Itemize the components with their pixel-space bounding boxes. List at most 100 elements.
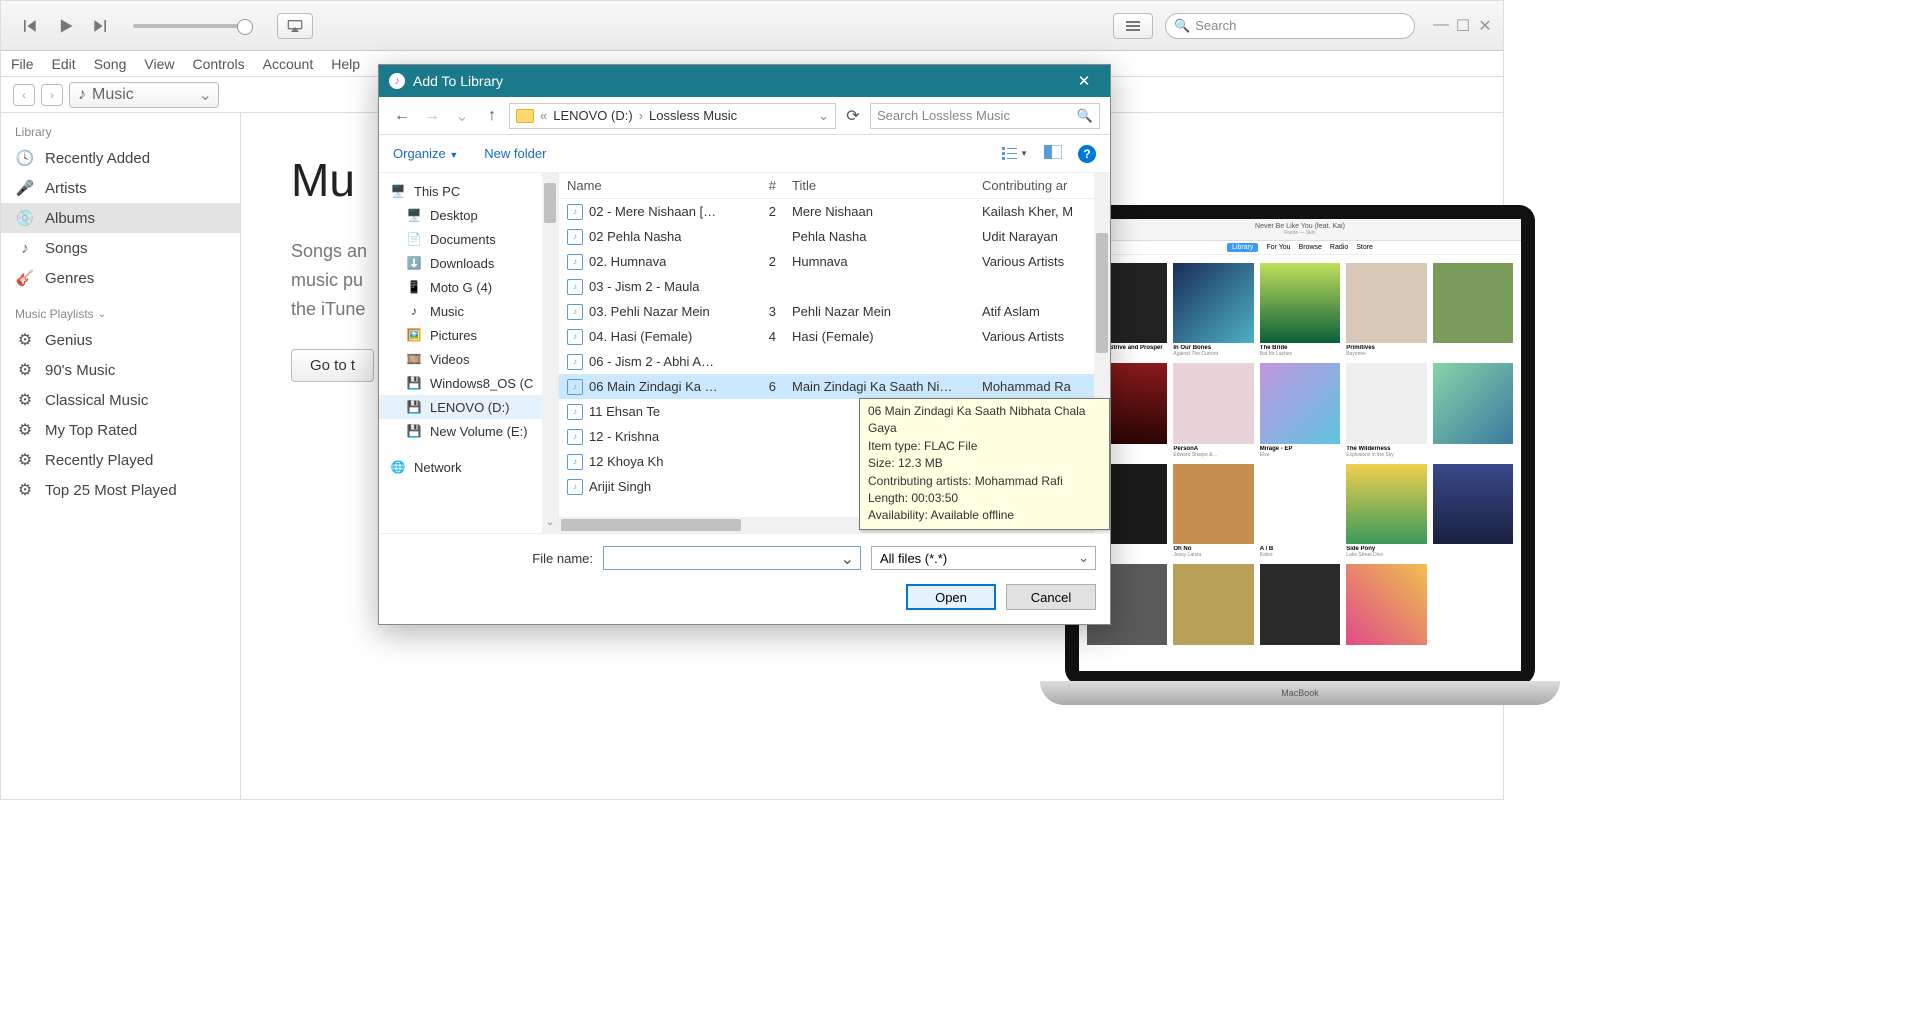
tree-item-music[interactable]: ♪Music [379, 299, 558, 323]
nav-forward-button[interactable]: › [41, 84, 63, 106]
next-button[interactable] [87, 14, 115, 38]
play-button[interactable] [51, 14, 79, 38]
file-row[interactable]: 02 - Mere Nishaan […2Mere NishaanKailash… [559, 199, 1110, 224]
sidebar-item-classical-music[interactable]: Classical Music [1, 385, 240, 415]
organize-button[interactable]: Organize ▼ [393, 146, 458, 161]
mb-tab-store[interactable]: Store [1356, 244, 1373, 251]
filename-input[interactable] [603, 546, 861, 570]
album-card[interactable]: PrimitivesBayonne [1346, 263, 1426, 357]
mb-tab-library[interactable]: Library [1227, 243, 1258, 252]
file-row[interactable]: 03. Pehli Nazar Mein3Pehli Nazar MeinAti… [559, 299, 1110, 324]
mb-tab-foryou[interactable]: For You [1266, 244, 1290, 251]
dlg-back-button[interactable]: ← [389, 103, 415, 129]
sidebar-item-genres[interactable]: 🎸Genres [1, 263, 240, 293]
tree-item-windows8-os-c[interactable]: 💾Windows8_OS (C [379, 371, 558, 395]
tree-item-network[interactable]: 🌐Network [379, 455, 558, 479]
view-mode-button[interactable]: ▼ [1002, 147, 1028, 161]
file-filter-select[interactable]: All files (*.*) [871, 546, 1096, 570]
menu-edit[interactable]: Edit [52, 56, 76, 72]
file-row[interactable]: 04. Hasi (Female)4Hasi (Female)Various A… [559, 324, 1110, 349]
tree-scrollbar[interactable]: ⌄ [542, 173, 558, 533]
album-card[interactable]: A / BKaleo [1260, 464, 1340, 558]
tree-item-pictures[interactable]: 🖼️Pictures [379, 323, 558, 347]
breadcrumb[interactable]: « LENOVO (D:) › Lossless Music ⌄ [509, 103, 836, 129]
sidebar-item-artists[interactable]: 🎤Artists [1, 173, 240, 203]
maximize-button[interactable]: ☐ [1455, 16, 1471, 36]
tree-item-this-pc[interactable]: 🖥️This PC [379, 179, 558, 203]
nav-back-button[interactable]: ‹ [13, 84, 35, 106]
file-row[interactable]: 06 - Jism 2 - Abhi A… [559, 349, 1110, 374]
menu-song[interactable]: Song [94, 56, 127, 72]
col-num-header[interactable]: # [754, 178, 784, 193]
file-row[interactable]: 02 Pehla NashaPehla NashaUdit Narayan [559, 224, 1110, 249]
menu-view[interactable]: View [144, 56, 174, 72]
col-name-header[interactable]: Name [559, 178, 754, 193]
help-button[interactable]: ? [1078, 145, 1096, 163]
album-card[interactable]: Side PonyLake Street Dive [1346, 464, 1426, 558]
breadcrumb-dropdown-icon[interactable]: ⌄ [818, 108, 829, 124]
sidebar-item-songs[interactable]: ♪Songs [1, 233, 240, 263]
album-card[interactable]: The WildernessExplosions in the Sky [1346, 363, 1426, 457]
breadcrumb-root[interactable]: LENOVO (D:) [553, 108, 632, 123]
preview-pane-button[interactable] [1044, 145, 1062, 162]
tree-item-downloads[interactable]: ⬇️Downloads [379, 251, 558, 275]
refresh-button[interactable]: ⟳ [840, 103, 866, 129]
goto-store-button[interactable]: Go to t [291, 349, 374, 382]
menu-controls[interactable]: Controls [192, 56, 244, 72]
col-artist-header[interactable]: Contributing ar [974, 178, 1089, 193]
file-list-header[interactable]: Name # Title Contributing ar [559, 173, 1110, 199]
sidebar-item-genius[interactable]: Genius [1, 325, 240, 355]
search-input[interactable]: 🔍 Search [1165, 13, 1415, 39]
dlg-up-button[interactable]: ↑ [479, 103, 505, 129]
list-view-button[interactable] [1113, 13, 1153, 39]
sidebar-item-albums[interactable]: 💿Albums [1, 203, 240, 233]
tree-item-desktop[interactable]: 🖥️Desktop [379, 203, 558, 227]
minimize-button[interactable]: — [1433, 16, 1449, 36]
album-card[interactable]: Mirage - EPElse [1260, 363, 1340, 457]
new-folder-button[interactable]: New folder [484, 146, 546, 161]
album-card[interactable] [1433, 363, 1513, 457]
file-row[interactable]: 03 - Jism 2 - Maula [559, 274, 1110, 299]
col-title-header[interactable]: Title [784, 178, 974, 193]
album-card[interactable] [1346, 564, 1426, 646]
album-card[interactable]: PersonAEdward Sharpe &… [1173, 363, 1253, 457]
close-window-button[interactable]: ✕ [1477, 16, 1493, 36]
menu-help[interactable]: Help [331, 56, 360, 72]
mb-tab-radio[interactable]: Radio [1330, 244, 1348, 251]
album-card[interactable] [1433, 464, 1513, 558]
tree-item-lenovo-d-[interactable]: 💾LENOVO (D:) [379, 395, 558, 419]
cancel-button[interactable]: Cancel [1006, 584, 1096, 610]
mb-tab-browse[interactable]: Browse [1299, 244, 1322, 251]
file-row[interactable]: 06 Main Zindagi Ka …6Main Zindagi Ka Saa… [559, 374, 1110, 399]
airplay-button[interactable] [277, 13, 313, 39]
album-card[interactable] [1173, 564, 1253, 646]
album-card[interactable] [1433, 263, 1513, 357]
album-card[interactable]: In Our BonesAgainst The Current [1173, 263, 1253, 357]
sidebar-item-my-top-rated[interactable]: My Top Rated [1, 415, 240, 445]
album-card[interactable]: Oh NoJessy Lanza [1173, 464, 1253, 558]
file-row[interactable]: 02. Humnava2HumnavaVarious Artists [559, 249, 1110, 274]
sidebar-item-top-25-most-played[interactable]: Top 25 Most Played [1, 475, 240, 505]
tree-item-new-volume-e-[interactable]: 💾New Volume (E:) [379, 419, 558, 443]
dialog-titlebar[interactable]: ♪ Add To Library ✕ [379, 65, 1110, 97]
sidebar-item-90-s-music[interactable]: 90's Music [1, 355, 240, 385]
dialog-close-button[interactable]: ✕ [1068, 65, 1100, 97]
category-selector[interactable]: ♪ Music [69, 82, 219, 108]
sidebar-item-recently-added[interactable]: 🕓Recently Added [1, 143, 240, 173]
tree-item-videos[interactable]: 🎞️Videos [379, 347, 558, 371]
sidebar-item-recently-played[interactable]: Recently Played [1, 445, 240, 475]
playlists-heading[interactable]: Music Playlists ⌄ [1, 303, 240, 325]
prev-button[interactable] [15, 14, 43, 38]
breadcrumb-leaf[interactable]: Lossless Music [649, 108, 737, 123]
tree-item-documents[interactable]: 📄Documents [379, 227, 558, 251]
album-card[interactable]: The BrideBat for Lashes [1260, 263, 1340, 357]
open-button[interactable]: Open [906, 584, 996, 610]
dlg-recent-button[interactable]: ⌄ [449, 103, 475, 129]
dlg-forward-button[interactable]: → [419, 103, 445, 129]
dialog-search-input[interactable]: Search Lossless Music 🔍 [870, 103, 1100, 129]
album-card[interactable] [1260, 564, 1340, 646]
volume-slider[interactable] [133, 24, 253, 28]
menu-account[interactable]: Account [263, 56, 314, 72]
tree-item-moto-g-4-[interactable]: 📱Moto G (4) [379, 275, 558, 299]
menu-file[interactable]: File [11, 56, 34, 72]
